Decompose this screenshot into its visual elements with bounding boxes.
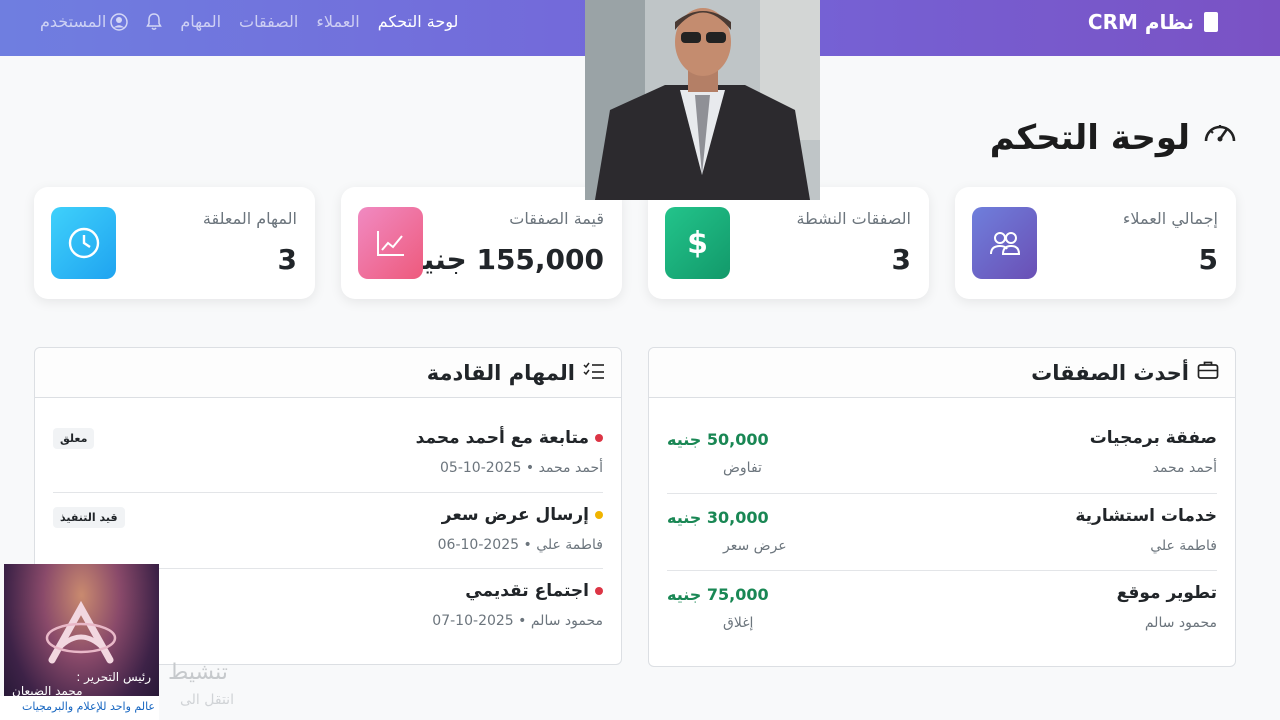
deal-stage: تفاوض xyxy=(723,460,762,476)
deal-name: صفقة برمجيات xyxy=(1089,428,1217,448)
nav-link-label: الصفقات xyxy=(239,12,299,31)
chart-line-icon xyxy=(358,207,423,279)
nav-link-label: المستخدم xyxy=(40,12,107,31)
nav-link-label: المهام xyxy=(180,12,222,31)
deal-row[interactable]: تطوير موقع محمود سالم 75,000 جنيه إغلاق xyxy=(667,570,1217,647)
logo-tagline: عالم واحد للإعلام والبرمجيات xyxy=(22,700,155,713)
stat-card-deals-value: قيمة الصفقات 155,000 جنيه xyxy=(341,187,622,299)
brand-label: نظام CRM xyxy=(1087,10,1194,34)
task-row[interactable]: متابعة مع أحمد محمد أحمد محمد • 2025-10-… xyxy=(53,398,603,476)
stat-value: 3 xyxy=(277,243,297,276)
clock-icon xyxy=(51,207,116,279)
logo-tagline-strip: عالم واحد للإعلام والبرمجيات xyxy=(0,696,159,720)
stat-label: المهام المعلقة xyxy=(202,209,297,228)
priority-dot xyxy=(595,587,603,595)
task-title: إرسال عرض سعر xyxy=(442,505,603,525)
brand[interactable]: نظام CRM xyxy=(1088,10,1218,34)
nav-link-deals[interactable]: الصفقات xyxy=(239,12,298,31)
recent-deals-panel: أحدث الصفقات صفقة برمجيات أحمد محمد 50,0… xyxy=(648,347,1236,667)
deal-row[interactable]: صفقة برمجيات أحمد محمد 50,000 جنيه تفاوض xyxy=(667,398,1217,476)
deal-row[interactable]: خدمات استشارية فاطمة علي 30,000 جنيه عرض… xyxy=(667,493,1217,570)
briefcase-icon xyxy=(1197,360,1219,385)
deal-name: خدمات استشارية xyxy=(1075,506,1217,526)
deal-amount: 30,000 جنيه xyxy=(667,508,769,527)
user-circle-icon xyxy=(110,12,129,31)
task-title: متابعة مع أحمد محمد xyxy=(416,428,603,448)
nav-link-label: العملاء xyxy=(316,12,360,31)
deal-client: فاطمة علي xyxy=(1150,538,1217,554)
man-photo-image xyxy=(585,0,820,200)
deal-amount: 50,000 جنيه xyxy=(667,430,769,449)
stat-value: 5 xyxy=(1198,243,1218,276)
nav-link-dashboard[interactable]: لوحة التحكم xyxy=(378,12,459,31)
task-title-text: إرسال عرض سعر xyxy=(441,505,589,525)
task-meta: فاطمة علي • 2025-10-06 xyxy=(437,537,603,553)
panel-title: أحدث الصفقات xyxy=(1031,360,1189,385)
task-row[interactable]: إرسال عرض سعر فاطمة علي • 2025-10-06 قيد… xyxy=(53,492,603,569)
deal-stage: إغلاق xyxy=(723,615,754,631)
priority-dot xyxy=(595,434,603,442)
speedometer-icon xyxy=(1202,115,1238,160)
nav-link-user[interactable]: المستخدم xyxy=(40,12,129,31)
deal-client: أحمد محمد xyxy=(1152,460,1217,476)
photo-overlay xyxy=(585,0,820,200)
page-title: لوحة التحكم xyxy=(990,115,1238,160)
nav-link-customers[interactable]: العملاء xyxy=(316,12,359,31)
nav-links: لوحة التحكم العملاء الصفقات المهام المست… xyxy=(40,12,458,31)
logo-mark-icon xyxy=(45,600,117,664)
panel-header: المهام القادمة xyxy=(35,348,621,398)
task-title-text: متابعة مع أحمد محمد xyxy=(415,428,589,448)
stat-card-customers: إجمالي العملاء 5 xyxy=(955,187,1236,299)
editor-label: رئيس التحرير : xyxy=(76,670,151,684)
activation-title: تنشيط xyxy=(168,660,228,685)
deal-name: تطوير موقع xyxy=(1116,583,1217,603)
users-icon xyxy=(972,207,1037,279)
stat-card-pending-tasks: المهام المعلقة 3 xyxy=(34,187,315,299)
activation-subtitle: انتقل الى xyxy=(180,692,234,708)
status-badge: قيد التنفيذ xyxy=(53,507,125,528)
priority-dot xyxy=(595,511,603,519)
notifications-button[interactable] xyxy=(146,12,163,31)
task-title: اجتماع تقديمي xyxy=(465,581,603,601)
brand-icon xyxy=(1204,12,1218,32)
panel-title: المهام القادمة xyxy=(426,360,575,385)
stat-value: 3 xyxy=(891,243,911,276)
bell-icon xyxy=(146,12,163,31)
page-title-text: لوحة التحكم xyxy=(989,117,1190,158)
list-check-icon xyxy=(583,361,605,385)
stat-card-active-deals: الصفقات النشطة 3 $ xyxy=(648,187,929,299)
task-title-text: اجتماع تقديمي xyxy=(465,581,589,601)
status-badge: معلق xyxy=(53,428,95,449)
stat-value: 155,000 جنيه xyxy=(406,243,604,276)
deal-stage: عرض سعر xyxy=(723,538,787,554)
deal-amount: 75,000 جنيه xyxy=(667,585,769,604)
dollar-icon: $ xyxy=(665,207,730,279)
task-meta: محمود سالم • 2025-10-07 xyxy=(432,613,603,629)
panel-header: أحدث الصفقات xyxy=(649,348,1235,398)
nav-link-label: لوحة التحكم xyxy=(377,12,459,31)
deal-client: محمود سالم xyxy=(1144,615,1217,631)
stat-label: إجمالي العملاء xyxy=(1122,209,1218,228)
stat-label: قيمة الصفقات xyxy=(509,209,604,228)
task-meta: أحمد محمد • 2025-10-05 xyxy=(440,460,603,476)
stat-label: الصفقات النشطة xyxy=(796,209,911,228)
nav-link-tasks[interactable]: المهام xyxy=(180,12,221,31)
